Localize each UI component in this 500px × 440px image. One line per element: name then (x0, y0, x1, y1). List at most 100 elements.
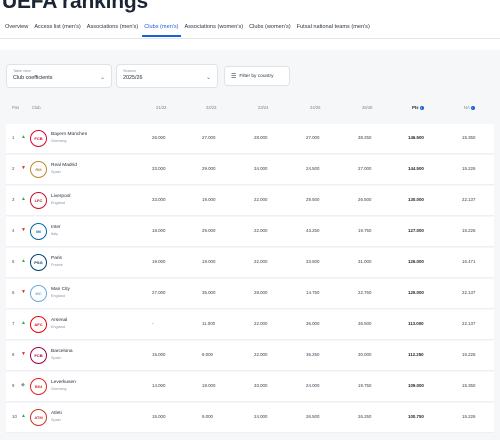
table-row[interactable]: 6 ▼ MC Man City England 27.000 35.000 28… (6, 279, 494, 309)
club-name[interactable]: Atleti (51, 410, 62, 417)
table-row[interactable]: 1 ▲ FCB Bayern München Germany 26.000 27… (6, 124, 494, 154)
club-name[interactable]: Liverpool (51, 193, 70, 200)
filter-by-country-button[interactable]: ☰ Filter by country (224, 66, 290, 86)
club-info[interactable]: Liverpool England (51, 193, 70, 206)
season-1-points: 19.000 (152, 259, 166, 264)
header-season-5[interactable]: 25/26 (362, 105, 372, 110)
season-4-points: 27.000 (306, 135, 320, 140)
club-country: Spain (51, 418, 61, 422)
season-2-points: 9.000 (202, 414, 213, 419)
season-3-points: 34.000 (254, 166, 268, 171)
table-row[interactable]: 7 ▲ AFC Arsenal England - 11.000 22.000 … (6, 310, 494, 340)
season-5-points: 19.750 (358, 228, 372, 233)
season-5-points: 36.500 (358, 321, 372, 326)
tab-overview[interactable]: Overview (5, 21, 28, 37)
table-view-select[interactable]: Table view Club coefficients ⌄ (6, 64, 112, 88)
table-row[interactable]: 5 ▲ PSG Paris France 19.000 19.000 22.00… (6, 248, 494, 278)
trend-icon: ▲ (21, 320, 26, 326)
season-4-points: 26.500 (306, 414, 320, 419)
table-row[interactable]: 10 ▲ ATM Atleti Spain 15.000 9.000 24.00… (6, 403, 494, 433)
info-icon[interactable]: i (470, 105, 475, 110)
tab-clubs-mens[interactable]: Clubs (men's) (142, 21, 181, 37)
club-info[interactable]: Real Madrid Spain (51, 162, 77, 175)
header-pts[interactable]: Pts i (412, 105, 424, 110)
info-icon[interactable]: i (419, 105, 424, 110)
club-name[interactable]: Arsenal (51, 317, 67, 324)
season-1-points: 18.000 (152, 228, 166, 233)
header-pos[interactable]: Pos (12, 105, 19, 110)
trend-icon: ▲ (21, 196, 26, 202)
club-name[interactable]: Man City (51, 286, 70, 293)
trend-icon: ▲ (21, 258, 26, 264)
tabs-divider (0, 38, 500, 39)
position: 8 (12, 352, 15, 357)
header-season-4[interactable]: 24/25 (310, 105, 320, 110)
total-points: 112.250 (408, 352, 424, 357)
season-4-points: 36.250 (306, 352, 320, 357)
club-info[interactable]: Arsenal England (51, 317, 67, 330)
season-4-points: 24.500 (306, 166, 320, 171)
tab-futsal-national-teams[interactable]: Futsal national teams (men's) (297, 21, 370, 37)
season-1-points: 33.000 (152, 166, 166, 171)
season-2-points: 9.000 (202, 352, 213, 357)
club-name[interactable]: Barcelona (51, 348, 73, 355)
association-points: 15.350 (462, 383, 476, 388)
season-5-points: 26.250 (358, 414, 372, 419)
table-view-label: Table view (13, 69, 31, 73)
season-2-points: 19.000 (202, 259, 216, 264)
season-3-points: 22.000 (254, 197, 268, 202)
club-country: Spain (51, 356, 61, 360)
club-name[interactable]: Bayern München (51, 131, 87, 138)
table-row[interactable]: 2 ▼ RM Real Madrid Spain 33.000 29.000 3… (6, 155, 494, 185)
total-points: 144.500 (408, 166, 424, 171)
trend-icon: ▼ (21, 227, 26, 233)
filter-by-country-label: Filter by country (239, 73, 274, 79)
trend-icon: ▲ (21, 134, 26, 140)
table-row[interactable]: 9 ◆ B04 Leverkusen Germany 14.000 19.000… (6, 372, 494, 402)
table-row[interactable]: 8 ▼ FCB Barcelona Spain 15.000 9.000 22.… (6, 341, 494, 371)
season-select[interactable]: Season 2025/26 ⌄ (116, 64, 218, 88)
header-season-3[interactable]: 23/24 (258, 105, 268, 110)
club-info[interactable]: Bayern München Germany (51, 131, 87, 144)
club-country: England (51, 294, 65, 298)
season-1-points: - (152, 321, 154, 326)
club-name[interactable]: Inter (51, 224, 61, 231)
header-season-2[interactable]: 22/23 (206, 105, 216, 110)
position: 5 (12, 259, 15, 264)
club-crest-icon: RM (30, 161, 47, 178)
tab-associations-mens[interactable]: Associations (men's) (87, 21, 138, 37)
club-info[interactable]: Paris France (51, 255, 63, 268)
club-name[interactable]: Paris (51, 255, 63, 262)
club-country: Germany (51, 139, 67, 143)
total-points: 125.000 (408, 290, 424, 295)
position: 9 (12, 383, 15, 388)
season-3-points: 33.000 (254, 383, 268, 388)
tab-associations-womens[interactable]: Associations (women's) (185, 21, 244, 37)
club-name[interactable]: Leverkusen (51, 379, 76, 386)
chevron-down-icon: ⌄ (99, 75, 105, 81)
header-na[interactable]: NA i (464, 105, 475, 110)
club-crest-icon: LFC (30, 192, 47, 209)
club-info[interactable]: Inter Italy (51, 224, 61, 237)
season-3-points: 22.000 (254, 259, 268, 264)
season-label: Season (123, 69, 136, 73)
season-4-points: 24.000 (306, 383, 320, 388)
tab-access-list-mens[interactable]: Access list (men's) (34, 21, 80, 37)
season-4-points: 33.500 (306, 259, 320, 264)
club-info[interactable]: Man City England (51, 286, 70, 299)
header-club[interactable]: Club (32, 105, 41, 110)
club-crest-icon: MC (30, 285, 47, 302)
club-info[interactable]: Barcelona Spain (51, 348, 73, 361)
club-name[interactable]: Real Madrid (51, 162, 77, 169)
club-crest-icon: ATM (30, 409, 47, 426)
season-5-points: 27.000 (358, 166, 372, 171)
header-season-1[interactable]: 21/22 (156, 105, 166, 110)
table-row[interactable]: 4 ▼ IM Inter Italy 18.000 29.000 22.000 … (6, 217, 494, 247)
club-info[interactable]: Leverkusen Germany (51, 379, 76, 392)
trend-icon: ▼ (21, 289, 26, 295)
season-5-points: 31.000 (358, 259, 372, 264)
trend-icon: ▼ (21, 165, 26, 171)
table-row[interactable]: 3 ▲ LFC Liverpool England 33.000 19.000 … (6, 186, 494, 216)
tab-clubs-womens[interactable]: Clubs (women's) (249, 21, 290, 37)
club-info[interactable]: Atleti Spain (51, 410, 62, 423)
